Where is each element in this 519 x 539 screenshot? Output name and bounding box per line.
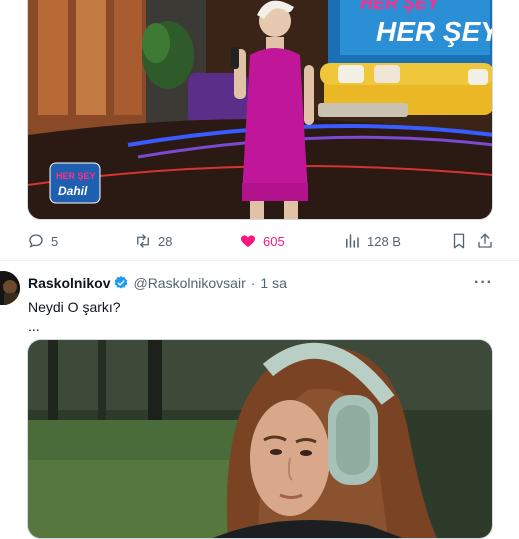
views-count: 128 B xyxy=(367,233,401,249)
heart-filled-icon xyxy=(240,235,256,247)
tweet-text-line: Neydi O şarkı? xyxy=(28,299,121,315)
avatar[interactable] xyxy=(0,271,20,305)
reply-icon xyxy=(29,234,43,248)
bookmark-button[interactable] xyxy=(450,232,468,250)
tweet-header: Raskolnikov @Raskolnikovsair · 1 sa xyxy=(28,275,287,291)
views-button[interactable]: 128 B xyxy=(343,232,401,250)
avatar-image xyxy=(0,271,20,305)
tweet-media-image[interactable] xyxy=(27,339,493,539)
timestamp[interactable]: 1 sa xyxy=(260,275,286,291)
tv-studio-still: HER ŞEY HER ŞEY Dahil HER ŞEY Dahil xyxy=(28,0,493,219)
analytics-icon xyxy=(346,234,359,248)
bookmark-icon xyxy=(453,233,465,249)
user-handle[interactable]: @Raskolnikovsair xyxy=(133,275,245,291)
tweet-media-image[interactable]: HER ŞEY HER ŞEY Dahil HER ŞEY Dahil xyxy=(27,0,493,220)
headphones-portrait-still xyxy=(28,340,492,538)
repost-icon xyxy=(137,234,149,248)
svg-text:Dahil: Dahil xyxy=(58,184,88,198)
share-icon xyxy=(478,233,492,248)
svg-text:HER ŞEY Dahil: HER ŞEY Dahil xyxy=(376,16,493,47)
tweet-action-bar: 5 28 605 128 B xyxy=(27,232,497,252)
tweet-text: Neydi O şarkı? ... xyxy=(28,298,121,336)
tweet-text-line: ... xyxy=(28,318,40,334)
display-name[interactable]: Raskolnikov xyxy=(28,275,110,291)
repost-count: 28 xyxy=(158,233,173,249)
share-button[interactable] xyxy=(476,232,494,250)
tweet-divider xyxy=(0,260,519,261)
verified-badge-icon xyxy=(113,275,129,291)
reply-button[interactable]: 5 xyxy=(27,232,58,250)
svg-text:HER ŞEY: HER ŞEY xyxy=(56,171,96,181)
separator-dot: · xyxy=(250,275,256,291)
more-options-icon[interactable]: ··· xyxy=(474,274,496,291)
repost-button[interactable]: 28 xyxy=(134,232,172,250)
reply-count: 5 xyxy=(51,233,59,249)
like-count: 605 xyxy=(263,233,285,249)
like-button[interactable]: 605 xyxy=(239,232,285,250)
svg-text:HER ŞEY: HER ŞEY xyxy=(360,0,441,13)
